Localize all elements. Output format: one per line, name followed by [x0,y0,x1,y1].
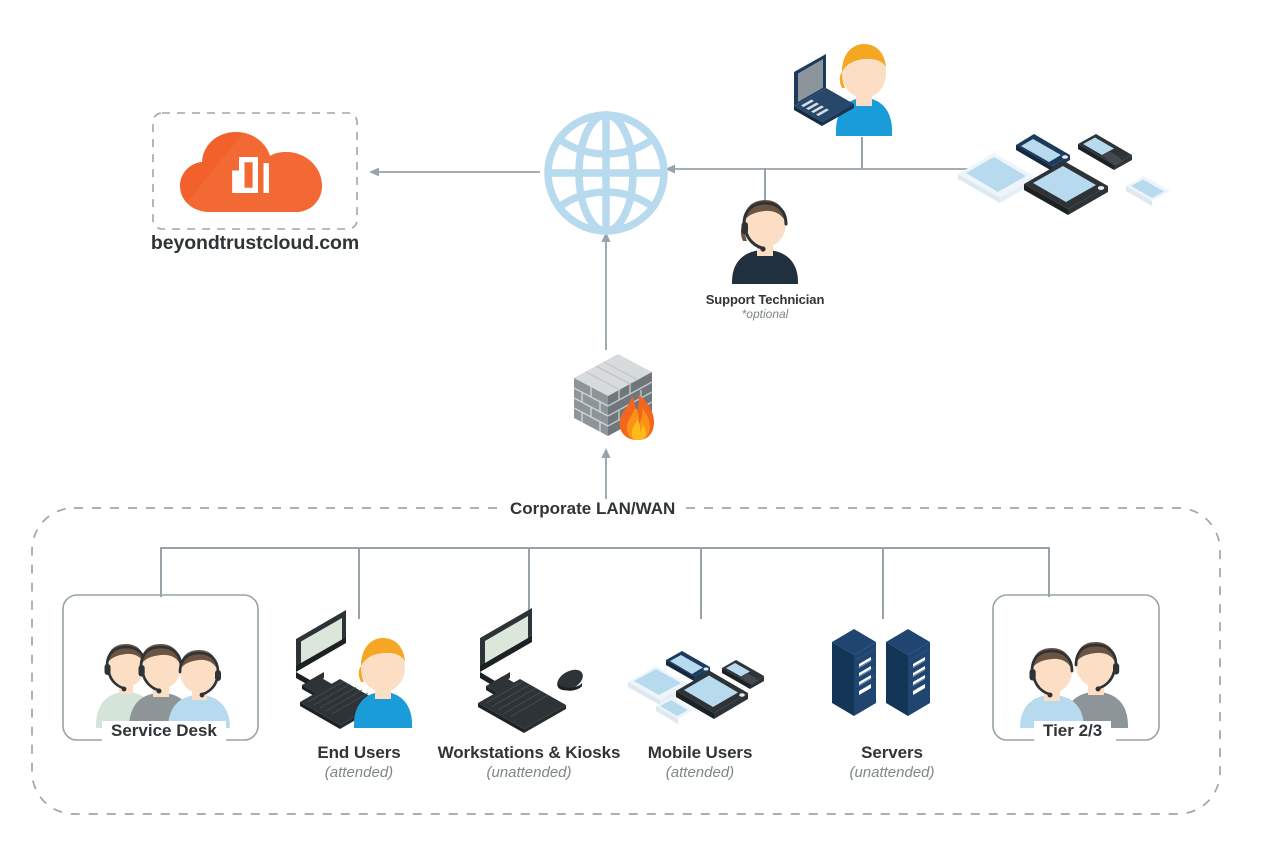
connector-globe-to-cloud [369,167,540,177]
server-rack-icon [832,629,930,716]
end-users-sublabel: (attended) [324,764,394,781]
service-desk-label: Service Desk [102,721,226,741]
mobile-devices-icon-group [628,651,764,724]
technician-label: Support Technician [705,292,825,307]
three-headset-agents-icon [96,644,230,728]
mobile-users-sublabel: (attended) [665,764,735,781]
corporate-lan-label: Corporate LAN/WAN [500,499,686,519]
headset-person-icon [732,200,798,284]
firewall-icon [573,354,654,440]
servers-sublabel: (unattended) [849,764,935,781]
connector-laptop-user-stub [861,137,863,169]
mobile-devices-icon [958,134,1170,215]
workstations-label: Workstations & Kiosks [437,743,621,762]
connector-devices-to-globe [665,164,974,174]
connector-firewall-to-globe [601,232,611,350]
desktop-workstation-icon [478,608,583,733]
tier-2-3-label: Tier 2/3 [1034,721,1112,741]
drop-end-users [358,547,360,619]
end-users-label: End Users [317,743,401,762]
two-headset-agents-icon [1020,642,1128,728]
workstations-sublabel: (unattended) [486,764,572,781]
globe-icon [544,111,668,235]
connector-technician-stub [764,168,766,202]
diagram-canvas: beyondtrustcloud.com Support Technician … [0,0,1280,856]
desktop-user-icon [296,610,412,729]
drop-service-desk [160,547,162,597]
cloud-label: beyondtrustcloud.com [150,232,360,254]
mobile-users-label: Mobile Users [647,743,753,762]
drop-mobile-users [700,547,702,619]
servers-label: Servers [861,743,923,762]
group-tier-2-3 [992,594,1160,741]
drop-servers [882,547,884,619]
beyondtrust-cloud-icon [180,132,322,212]
group-service-desk [62,594,259,741]
drop-workstations [528,547,530,619]
technician-sublabel: *optional [741,307,789,321]
beyondtrust-cloud-node [152,112,358,230]
drop-tier-2-3 [1048,547,1050,597]
laptop-user-icon [794,44,892,136]
lan-bus-bar [160,547,1049,549]
